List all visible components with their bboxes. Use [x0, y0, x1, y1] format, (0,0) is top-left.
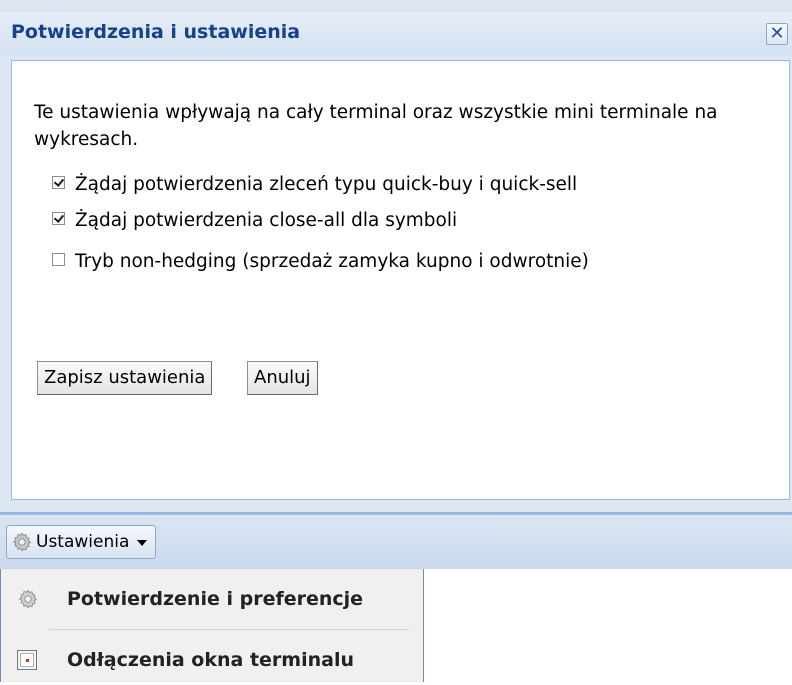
toolbar: Ustawienia: [0, 513, 792, 569]
checkbox-confirm-quick-orders[interactable]: [52, 175, 65, 189]
chevron-down-icon: [137, 540, 148, 546]
option-label: Tryb non-hedging (sprzedaż zamyka kupno …: [75, 250, 589, 272]
gear-icon: [12, 532, 32, 552]
menu-item-label: Odłączenia okna terminalu: [67, 649, 354, 671]
option-confirm-close-all[interactable]: Żądaj potwierdzenia close-all dla symbol…: [52, 208, 457, 232]
cancel-button[interactable]: Anuluj: [247, 361, 318, 395]
checkbox-confirm-close-all[interactable]: [52, 211, 65, 225]
checkbox-non-hedging[interactable]: [52, 252, 65, 266]
dialog-header: Potwierdzenia i ustawienia ✕: [0, 12, 792, 56]
menu-item-label: Potwierdzenie i preferencje: [67, 588, 364, 610]
gear-icon: [18, 589, 38, 609]
option-label: Żądaj potwierdzenia close-all dla symbol…: [75, 209, 458, 231]
close-icon: ✕: [769, 23, 785, 44]
menu-item-detach-terminal-window[interactable]: Odłączenia okna terminalu: [1, 635, 423, 685]
menu-separator: [49, 629, 409, 630]
settings-menu-label: Ustawienia: [36, 532, 130, 552]
save-settings-button[interactable]: Zapisz ustawienia: [37, 361, 213, 395]
close-button[interactable]: ✕: [766, 23, 788, 45]
option-confirm-quick-orders[interactable]: Żądaj potwierdzenia zleceń typu quick-bu…: [52, 172, 577, 196]
option-non-hedging[interactable]: Tryb non-hedging (sprzedaż zamyka kupno …: [52, 249, 589, 273]
info-text: Te ustawienia wpływają na cały terminal …: [34, 102, 718, 150]
menu-item-confirmations-preferences[interactable]: Potwierdzenie i preferencje: [1, 574, 423, 624]
window-icon: [17, 650, 37, 670]
settings-dialog: Potwierdzenia i ustawienia ✕ Te ustawien…: [0, 0, 792, 513]
settings-dropdown-menu: Potwierdzenie i preferencje Odłączenia o…: [0, 569, 424, 682]
dialog-body: Te ustawienia wpływają na cały terminal …: [11, 60, 790, 500]
dialog-title: Potwierdzenia i ustawienia: [11, 21, 301, 43]
settings-menu-button[interactable]: Ustawienia: [6, 525, 157, 559]
option-label: Żądaj potwierdzenia zleceń typu quick-bu…: [75, 173, 578, 195]
